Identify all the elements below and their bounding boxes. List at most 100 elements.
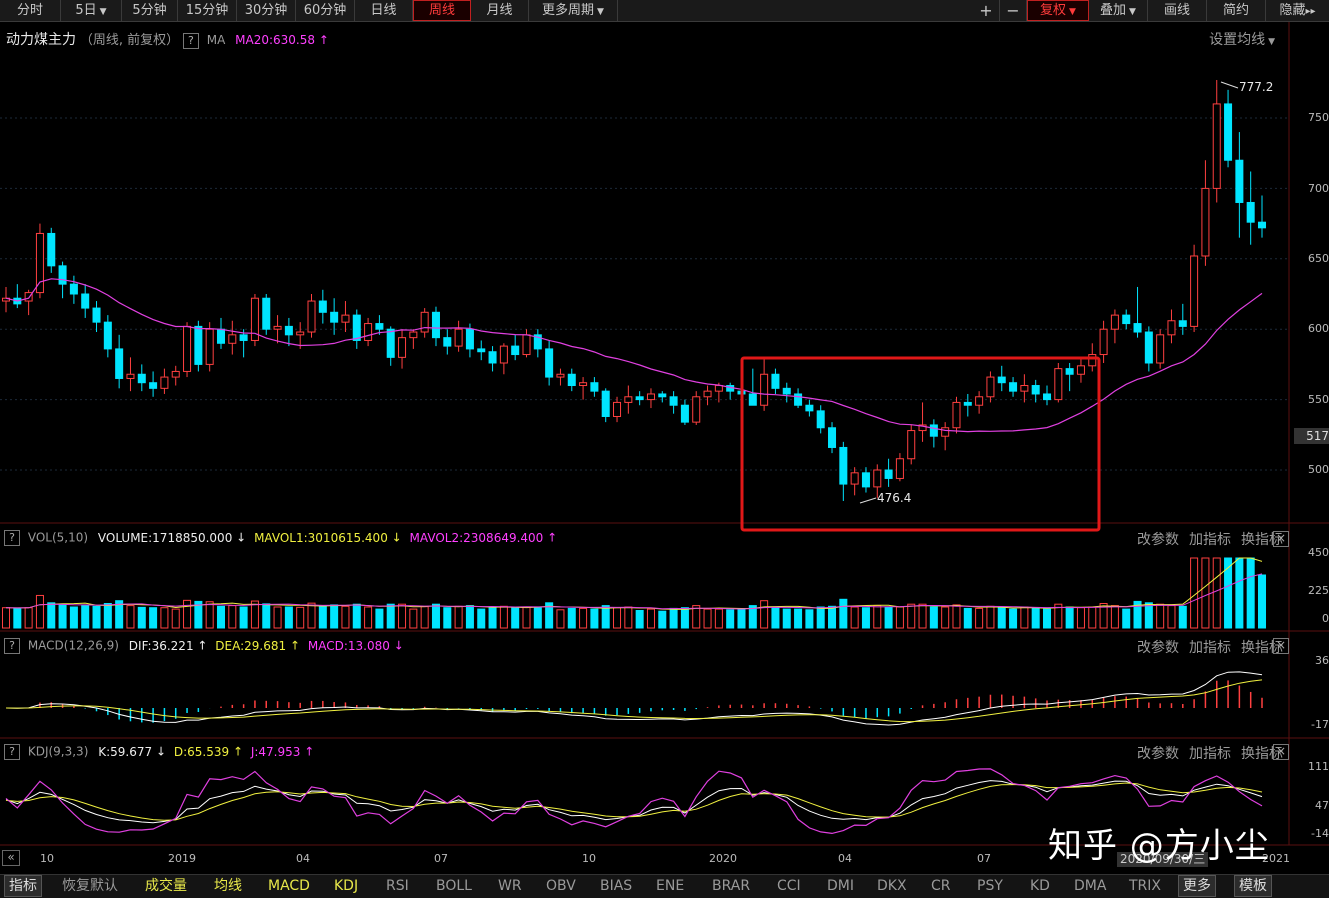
add-indicator-link[interactable]: 加指标 [1189, 532, 1231, 548]
indicator-brar[interactable]: BRAR [712, 875, 750, 897]
volume-bar [850, 606, 859, 629]
indicator-cr[interactable]: CR [931, 875, 951, 897]
candle-body [398, 337, 407, 358]
ma-settings-dropdown[interactable]: 设置均线 ▼ [1209, 29, 1275, 49]
indicator-bar: 指标 恢复默认 成交量 均线 MACD KDJ RSI BOLL WR OBV … [0, 874, 1329, 898]
indicator-wr[interactable]: WR [498, 875, 522, 897]
chart-mode: （周线, 前复权） [79, 33, 180, 48]
help-icon[interactable]: ? [4, 530, 20, 546]
volume-bar [443, 607, 452, 629]
volume-bar [477, 608, 486, 629]
help-icon[interactable]: ? [4, 638, 20, 654]
indicator-macd[interactable]: MACD [268, 875, 310, 897]
volume-bar [1201, 557, 1210, 629]
volume-bar [126, 605, 135, 629]
edit-params-link[interactable]: 改参数 [1137, 532, 1179, 548]
volume-bar [680, 607, 689, 629]
indicator-ma[interactable]: 均线 [214, 875, 242, 897]
candle-body [963, 401, 972, 406]
dif-value: DIF:36.221 [128, 638, 194, 653]
vol-tick: 450 [1308, 546, 1329, 559]
mavol2-value: MAVOL2:2308649.400 [409, 530, 544, 545]
volume-bar [284, 606, 293, 629]
candle-body [1156, 334, 1165, 364]
indicator-dmi[interactable]: DMI [827, 875, 854, 897]
vol-tick: 0 [1322, 612, 1329, 625]
candle-body [386, 328, 395, 358]
indicator-ene[interactable]: ENE [656, 875, 684, 897]
indicator-trix[interactable]: TRIX [1129, 875, 1161, 897]
indicator-volume[interactable]: 成交量 [145, 875, 187, 897]
volume-bar [782, 608, 791, 629]
d-value: D:65.539 [173, 744, 230, 759]
indicator-cci[interactable]: CCI [777, 875, 801, 897]
edit-params-link[interactable]: 改参数 [1137, 746, 1179, 762]
more-indicators-button[interactable]: 更多 [1178, 875, 1216, 897]
candle-body [703, 390, 712, 398]
volume-bar [828, 605, 837, 629]
volume-bar [918, 603, 927, 629]
volume-bar [183, 599, 192, 629]
candle-body [1076, 365, 1085, 375]
help-icon[interactable]: ? [4, 744, 20, 760]
volume-bar [760, 600, 769, 629]
candle-body [1212, 103, 1221, 189]
indicator-tab-label[interactable]: 指标 [4, 875, 42, 897]
candle-body [364, 323, 373, 341]
volume-bar [1257, 574, 1267, 629]
candle-body [47, 232, 56, 267]
candle-body [635, 396, 644, 401]
indicator-psy[interactable]: PSY [977, 875, 1003, 897]
grid-lines [0, 22, 1329, 846]
price-tick: 600 [1308, 322, 1329, 335]
volume-bar [171, 608, 180, 629]
volume-bar [590, 608, 599, 629]
candle-body [239, 334, 248, 341]
restore-default-button[interactable]: 恢复默认 [62, 875, 118, 897]
indicator-kd[interactable]: KD [1030, 875, 1050, 897]
indicator-kdj[interactable]: KDJ [334, 875, 358, 897]
edit-params-link[interactable]: 改参数 [1137, 640, 1179, 656]
volume-bar [137, 606, 146, 629]
ma20-value: MA20:630.58 [235, 33, 316, 47]
indicator-bias[interactable]: BIAS [600, 875, 632, 897]
candle-body [884, 469, 893, 479]
macd-name: MACD(12,26,9) [27, 638, 119, 653]
add-indicator-link[interactable]: 加指标 [1189, 640, 1231, 656]
volume-bar [341, 605, 350, 629]
candle-body [952, 401, 961, 429]
scroll-left-button[interactable]: « [2, 850, 20, 866]
close-icon[interactable]: × [1273, 744, 1289, 760]
template-button[interactable]: 模板 [1234, 875, 1272, 897]
candle-body [1201, 187, 1210, 257]
volume-bar [24, 607, 33, 629]
add-indicator-link[interactable]: 加指标 [1189, 746, 1231, 762]
volume-bar [601, 605, 610, 629]
volume-bar [839, 598, 848, 629]
macd-panel-links: 改参数 加指标 换指标 [1127, 637, 1283, 657]
volume-bar [522, 606, 531, 629]
indicator-obv[interactable]: OBV [546, 875, 576, 897]
indicator-boll[interactable]: BOLL [436, 875, 472, 897]
candle-body [126, 373, 135, 379]
indicator-dma[interactable]: DMA [1074, 875, 1106, 897]
help-icon[interactable]: ? [182, 32, 199, 49]
candle-body [137, 373, 146, 384]
candle-body [171, 370, 180, 378]
candle-body [477, 348, 486, 353]
candle-body [1235, 159, 1244, 203]
x-axis-label: 10 [40, 852, 54, 865]
candle-body [1020, 385, 1029, 392]
indicator-dkx[interactable]: DKX [877, 875, 907, 897]
close-icon[interactable]: × [1273, 531, 1289, 547]
volume-bar [1212, 557, 1221, 629]
indicator-rsi[interactable]: RSI [386, 875, 409, 897]
volume-bar [216, 605, 225, 629]
candle-body [443, 337, 452, 347]
close-icon[interactable]: × [1273, 638, 1289, 654]
candle-body [1054, 368, 1063, 401]
ma-label: MA [206, 33, 226, 47]
price-tick: 650 [1308, 252, 1329, 265]
candle-body [579, 382, 588, 387]
candle-body [92, 307, 101, 323]
